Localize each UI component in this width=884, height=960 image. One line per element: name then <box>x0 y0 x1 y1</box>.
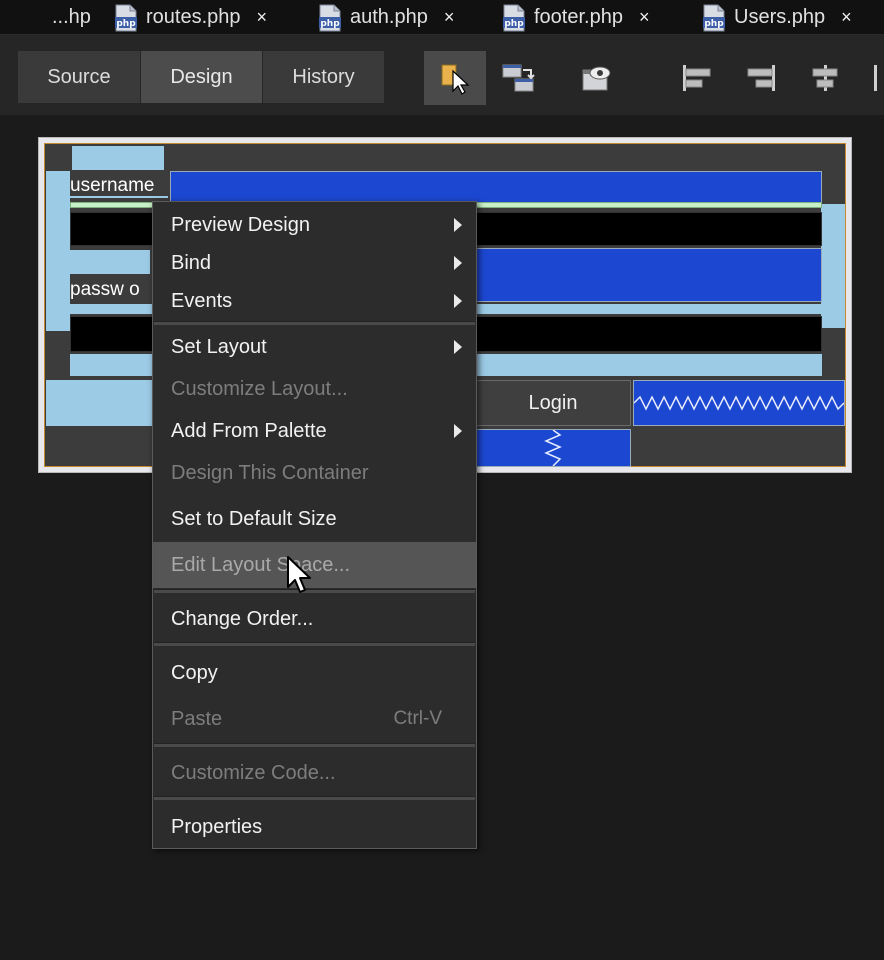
center-horizontally-icon[interactable] <box>794 51 856 105</box>
menu-item-label: Properties <box>171 815 263 838</box>
editor-tab-bar: ...hp php routes.php × php auth.php × ph… <box>0 0 884 35</box>
php-icon-text: php <box>320 19 340 29</box>
menu-separator <box>154 642 475 646</box>
history-view-button[interactable]: History <box>263 51 384 103</box>
design-toolbar: Source Design History <box>0 35 884 115</box>
layout-cell[interactable] <box>70 250 150 274</box>
layout-cell[interactable] <box>46 171 70 331</box>
design-view-button[interactable]: Design <box>141 51 262 103</box>
vertical-spring[interactable] <box>475 429 631 467</box>
menu-item-label: Set Layout <box>171 335 267 358</box>
layout-cell[interactable] <box>46 380 166 426</box>
context-menu[interactable]: Preview Design Bind Events Set Layout Cu… <box>152 201 477 849</box>
menu-item-add-from-palette[interactable]: Add From Palette <box>153 412 476 450</box>
tab-label: auth.php <box>350 5 428 28</box>
submenu-arrow-icon <box>454 218 462 232</box>
menu-item-copy[interactable]: Copy <box>153 654 476 692</box>
menu-separator <box>154 589 475 593</box>
close-icon[interactable]: × <box>841 7 852 28</box>
horizontal-spring-glyph <box>633 395 845 411</box>
source-view-button[interactable]: Source <box>18 51 140 103</box>
selection-mode-icon[interactable] <box>424 51 486 105</box>
menu-item-customize-layout: Customize Layout... <box>153 370 476 408</box>
menu-item-design-this-container: Design This Container <box>153 454 476 492</box>
tab-label: routes.php <box>146 5 241 28</box>
layout-cell[interactable] <box>821 204 845 328</box>
tab-footer-php[interactable]: php footer.php × <box>502 0 649 34</box>
menu-item-label: Copy <box>171 661 218 684</box>
submenu-arrow-icon <box>454 424 462 438</box>
close-icon[interactable]: × <box>257 7 268 28</box>
menu-item-label: Bind <box>171 251 212 274</box>
php-icon-text: php <box>116 19 136 29</box>
tab-label: ...hp <box>52 5 91 28</box>
submenu-arrow-icon <box>454 294 462 308</box>
menu-item-label: Add From Palette <box>171 419 327 442</box>
menu-separator <box>154 743 475 747</box>
menu-item-preview-design[interactable]: Preview Design <box>153 206 476 244</box>
login-button[interactable]: Login <box>475 380 631 426</box>
php-file-icon: php <box>502 4 525 32</box>
mouse-pointer-icon <box>286 555 314 600</box>
tab-routes-php[interactable]: php routes.php × <box>114 0 267 34</box>
align-right-icon[interactable] <box>730 51 792 105</box>
vertical-spring-glyph <box>544 429 562 467</box>
menu-item-edit-layout-space[interactable]: Edit Layout Space... <box>153 542 476 588</box>
php-icon-text: php <box>704 19 724 29</box>
php-icon-text: php <box>504 19 524 29</box>
php-file-icon: php <box>318 4 341 32</box>
menu-item-label: Set to Default Size <box>171 507 337 530</box>
tab-users-php[interactable]: php Users.php × <box>702 0 852 34</box>
password-label[interactable]: passw o <box>70 278 160 302</box>
preview-design-icon[interactable] <box>566 51 628 105</box>
align-left-icon[interactable] <box>666 51 728 105</box>
menu-item-bind[interactable]: Bind <box>153 244 476 282</box>
menu-item-properties[interactable]: Properties <box>153 808 476 846</box>
menu-item-label: Customize Layout... <box>171 377 348 400</box>
menu-item-label: Paste <box>171 707 223 730</box>
menu-item-label: Customize Code... <box>171 761 336 784</box>
menu-separator <box>154 321 475 325</box>
close-icon[interactable]: × <box>639 7 650 28</box>
tab-label: footer.php <box>534 5 623 28</box>
menu-item-label: Change Order... <box>171 607 314 630</box>
menu-item-label: Edit Layout Space... <box>171 553 351 576</box>
submenu-arrow-icon <box>454 256 462 270</box>
horizontal-spring[interactable] <box>633 380 845 426</box>
menu-separator <box>154 796 475 800</box>
php-file-icon: php <box>702 4 725 32</box>
php-file-icon: php <box>114 4 137 32</box>
menu-item-label: Events <box>171 289 233 312</box>
layout-cell[interactable] <box>72 146 164 170</box>
menu-item-set-default-size[interactable]: Set to Default Size <box>153 500 476 538</box>
username-label[interactable]: username <box>70 174 168 198</box>
tab-label: Users.php <box>734 5 826 28</box>
tab-auth-php[interactable]: php auth.php × <box>318 0 454 34</box>
menu-item-set-layout[interactable]: Set Layout <box>153 328 476 366</box>
submenu-arrow-icon <box>454 340 462 354</box>
menu-item-paste: Paste Ctrl-V <box>153 700 476 738</box>
paste-shortcut: Ctrl-V <box>393 708 442 729</box>
close-icon[interactable]: × <box>444 7 455 28</box>
password-input[interactable] <box>475 248 822 302</box>
menu-item-label: Preview Design <box>171 213 310 236</box>
menu-item-events[interactable]: Events <box>153 282 476 320</box>
menu-item-label: Design This Container <box>171 461 369 484</box>
username-input[interactable] <box>170 171 822 203</box>
connection-mode-icon[interactable] <box>488 51 550 105</box>
menu-item-change-order[interactable]: Change Order... <box>153 600 476 638</box>
align-more-icon[interactable] <box>858 51 884 105</box>
tab-truncated[interactable]: ...hp <box>52 0 91 34</box>
menu-item-customize-code: Customize Code... <box>153 754 476 792</box>
